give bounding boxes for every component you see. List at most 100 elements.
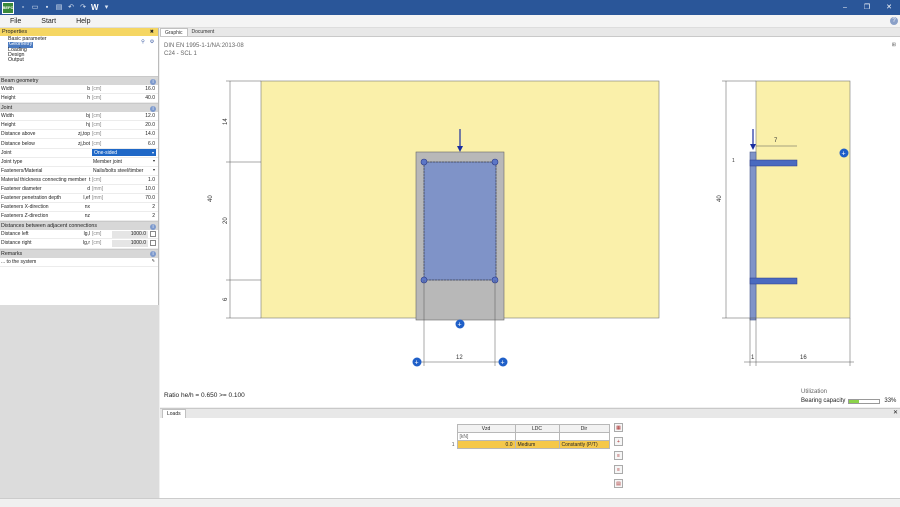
fastener-marker — [420, 158, 428, 166]
table-row[interactable]: 1 0.0 Medium Constantly (P/T) — [447, 440, 610, 449]
row-fasteners-material[interactable]: Fasteners/Material Nails/bolts steel/tim… — [0, 167, 158, 176]
pin-panel-icon[interactable]: ✖ — [150, 28, 154, 36]
navigation-tree: Basic parameter Geometry Loading Design … — [0, 36, 158, 76]
undo-icon[interactable]: ↶ — [67, 3, 76, 12]
fastener-marker — [491, 158, 499, 166]
row-beam-width[interactable]: Width b [cm] 16.0 — [0, 85, 158, 95]
section-beam-geometry[interactable]: Beam geometry i — [0, 76, 158, 85]
dim-6: 6 — [223, 297, 229, 301]
restore-button[interactable]: ❐ — [856, 0, 878, 15]
properties-empty-area — [0, 305, 159, 498]
info-icon[interactable]: i — [150, 78, 156, 85]
section-remarks[interactable]: Remarks i — [0, 248, 158, 258]
save-icon[interactable]: ▪ — [43, 3, 52, 12]
status-bar — [0, 498, 900, 507]
dim-20: 20 — [223, 217, 229, 224]
row-joint-width[interactable]: Width bj [cm] 12.0 — [0, 112, 158, 122]
utilization-label: Utilization — [801, 389, 828, 395]
pin-icon[interactable]: ▾ — [102, 3, 111, 12]
close-button[interactable]: ✕ — [878, 0, 900, 15]
distance-left-checkbox[interactable] — [150, 231, 156, 238]
title-bar: BEFO ▫ ▭ ▪ ▤ ↶ ↷ W ▾ – ❐ ✕ — [0, 0, 900, 15]
new-file-icon[interactable]: ▫ — [19, 3, 28, 12]
row-fasteners-x[interactable]: Fasteners X-direction nx 2 — [0, 203, 158, 213]
insert-row-icon[interactable]: ≡ — [614, 451, 623, 460]
row-joint-height[interactable]: Height hj [cm] 20.0 — [0, 121, 158, 131]
print-icon[interactable]: ▤ — [55, 3, 64, 12]
row-distance-above[interactable]: Distance above zj,top [cm] 14.0 — [0, 130, 158, 140]
edit-icon[interactable]: ✎ — [152, 258, 155, 263]
graphic-area: Graphic Document DIN EN 1995-1-1/NA:2013… — [160, 28, 900, 407]
app-logo: BEFO — [2, 1, 14, 14]
section-joint[interactable]: Joint i — [0, 103, 158, 113]
side-dim-1b: 1 — [751, 355, 755, 361]
side-dim-40: 40 — [717, 195, 723, 202]
info-icon[interactable]: i — [150, 251, 156, 257]
add-row-icon[interactable]: + — [614, 437, 623, 446]
side-dim-1a: 1 — [732, 158, 735, 164]
joint-dropdown[interactable]: One-sided ▾ — [92, 149, 156, 157]
beam-width-value[interactable]: 16.0 — [112, 86, 158, 92]
properties-header: Properties ✖ — [0, 28, 158, 36]
ratio-text: Ratio he/h = 0.650 >= 0.100 — [164, 392, 245, 399]
bearing-capacity-bar — [848, 398, 881, 404]
row-joint-type[interactable]: Joint type Member joint ▾ — [0, 158, 158, 167]
dim-40: 40 — [208, 195, 214, 202]
side-fastener — [749, 159, 798, 167]
tab-loads[interactable]: Loads — [162, 409, 186, 418]
bearing-capacity-percent: 33% — [884, 398, 897, 404]
table-settings-icon[interactable]: ▤ — [614, 479, 623, 488]
open-folder-icon[interactable]: ▭ — [31, 3, 40, 12]
row-material-thickness[interactable]: Material thickness connecting member t [cm… — [0, 176, 158, 185]
svg-text:+: + — [415, 360, 419, 367]
close-icon[interactable]: ✕ — [893, 409, 898, 416]
table-export-icon[interactable]: ▦ — [614, 423, 623, 432]
row-fastener-diameter[interactable]: Fastener diameter d [mm] 10.0 — [0, 185, 158, 195]
delete-row-icon[interactable]: ≡ — [614, 465, 623, 474]
redo-icon[interactable]: ↷ — [79, 3, 88, 12]
row-joint-select[interactable]: Joint One-sided ▾ — [0, 149, 158, 158]
row-distance-right[interactable]: Distance right lg,r [cm] 1000.0 — [0, 239, 158, 249]
info-icon[interactable]: i — [150, 223, 156, 230]
chevron-down-icon[interactable]: ▾ — [153, 167, 155, 172]
menu-bar: File Start Help ? — [0, 15, 900, 28]
word-export-icon[interactable]: W — [91, 3, 99, 12]
col-dir: Dir — [558, 424, 610, 433]
info-icon[interactable]: i — [150, 105, 156, 112]
row-penetration-depth[interactable]: Fastener penetration depth l,ef [mm] 70.0 — [0, 194, 158, 204]
minimize-button[interactable]: – — [834, 0, 856, 15]
svg-text:+: + — [501, 360, 505, 367]
fasteners-material-dropdown[interactable]: Nails/bolts steel/timber ▾ — [92, 167, 156, 175]
settings-icon[interactable]: ⚙ — [149, 39, 155, 45]
menu-file[interactable]: File — [10, 18, 21, 25]
dim-12: 12 — [456, 355, 463, 361]
beam-height-value[interactable]: 40.0 — [112, 95, 158, 101]
row-distance-left[interactable]: Distance left lg,l [cm] 1000.0 — [0, 230, 158, 240]
properties-panel: Properties ✖ Basic parameter Geometry Lo… — [0, 28, 159, 498]
col-ldc: LDC — [514, 424, 560, 433]
side-fastener — [749, 277, 798, 285]
side-dim-16: 16 — [800, 355, 807, 361]
col-vzd: Vzd — [456, 424, 516, 433]
help-icon[interactable]: ? — [890, 17, 898, 25]
joint-type-dropdown[interactable]: Member joint ▾ — [92, 158, 156, 166]
distance-right-checkbox[interactable] — [150, 240, 156, 247]
side-plate — [749, 151, 757, 321]
chevron-down-icon[interactable]: ▾ — [153, 158, 155, 163]
loads-panel: Loads ✕ Vzd LDC Dir [kN] 1 0.0 Medium Co… — [160, 408, 900, 498]
joint-drawing: 14 40 20 6 12 + + + 40 7 1 1 16 + — [208, 80, 854, 367]
svg-text:+: + — [842, 151, 846, 158]
menu-start[interactable]: Start — [41, 18, 56, 25]
row-remarks[interactable]: ... to the system ✎ — [0, 258, 158, 267]
loads-table: Vzd LDC Dir [kN] 1 0.0 Medium Constantly… — [447, 424, 610, 449]
row-beam-height[interactable]: Height h [cm] 40.0 — [0, 94, 158, 104]
row-fasteners-z[interactable]: Fasteners Z-direction nz 2 — [0, 212, 158, 222]
section-distances[interactable]: Distances between adjacent connections i — [0, 221, 158, 231]
menu-help[interactable]: Help — [76, 18, 90, 25]
row-distance-below[interactable]: Distance below zj,bot [cm] 6.0 — [0, 139, 158, 149]
chevron-down-icon[interactable]: ▾ — [152, 150, 154, 155]
search-icon[interactable]: ⚲ — [140, 39, 146, 45]
dim-14: 14 — [223, 118, 229, 125]
tree-item-output[interactable]: Output — [4, 57, 158, 63]
joint-area — [423, 161, 497, 281]
